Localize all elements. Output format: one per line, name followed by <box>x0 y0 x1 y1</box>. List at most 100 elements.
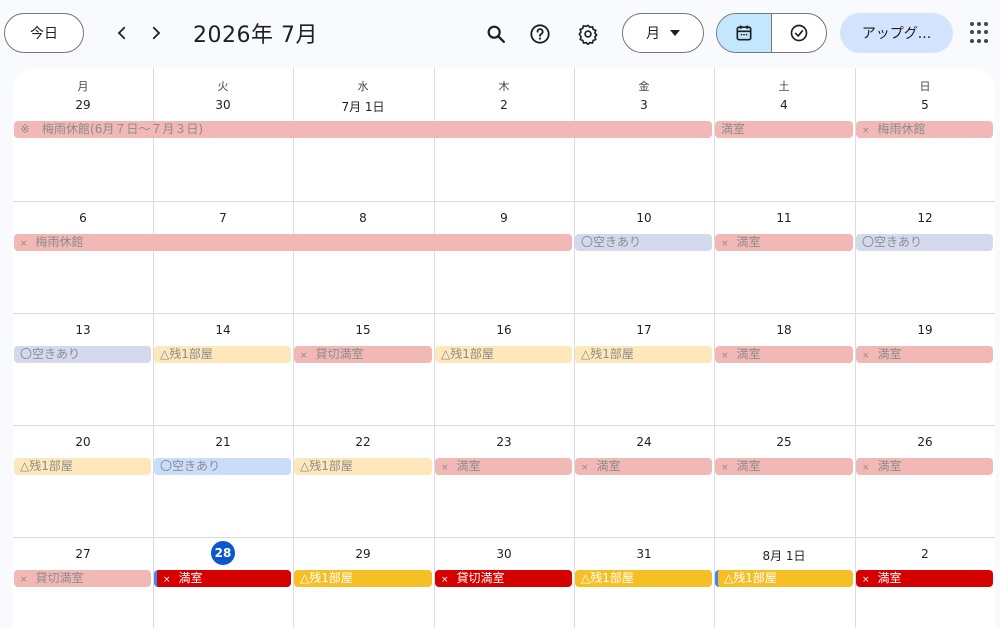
day-number[interactable]: 13 <box>13 323 153 337</box>
day-number[interactable]: 3 <box>574 98 714 112</box>
weekday-label: 日 <box>919 80 931 93</box>
event-chip[interactable]: △残1部屋 <box>435 346 572 363</box>
event-status-mark: × <box>20 239 28 249</box>
today-button[interactable]: 今日 <box>4 13 84 53</box>
event-chip[interactable]: × 満室 <box>856 570 993 587</box>
today-marker[interactable]: 28 <box>211 541 235 565</box>
day-number[interactable]: 28 <box>153 541 293 565</box>
day-number[interactable]: 17 <box>574 323 714 337</box>
event-label: 満室 <box>736 235 761 249</box>
event-chip[interactable]: × 満室 <box>715 346 853 363</box>
event-chip[interactable]: × 貸切満室 <box>294 346 432 363</box>
calendar-icon <box>736 25 752 41</box>
search-button[interactable] <box>478 16 514 52</box>
event-status-mark: × <box>20 575 28 585</box>
event-chip[interactable]: × 梅雨休館 <box>856 121 993 138</box>
day-number[interactable]: 8月 1日 <box>714 547 854 564</box>
event-label: ※ 梅雨休館(6月７日～７月３日) <box>20 122 204 136</box>
event-chip[interactable]: × 満室 <box>856 458 993 475</box>
weekday-label: 土 <box>778 80 790 93</box>
event-chip[interactable]: × 満室 <box>154 570 291 587</box>
day-number[interactable]: 26 <box>855 435 995 449</box>
day-number[interactable]: 16 <box>434 323 574 337</box>
day-number[interactable]: 27 <box>13 547 153 561</box>
day-number[interactable]: 31 <box>574 547 714 561</box>
help-button[interactable] <box>522 16 558 52</box>
day-number[interactable]: 29 <box>13 98 153 112</box>
event-status-mark: × <box>721 463 729 473</box>
day-number[interactable]: 2 <box>434 98 574 112</box>
event-chip[interactable]: △残1部屋 <box>154 346 291 363</box>
day-number[interactable]: 21 <box>153 435 293 449</box>
day-number[interactable]: 11 <box>714 211 854 225</box>
event-status-mark: × <box>441 463 449 473</box>
event-chip[interactable]: × 満室 <box>715 458 853 475</box>
day-number[interactable]: 14 <box>153 323 293 337</box>
event-chip[interactable]: × 満室 <box>435 458 572 475</box>
event-status-mark: × <box>862 126 870 136</box>
event-chip[interactable]: △残1部屋 <box>294 458 432 475</box>
event-label: 貸切満室 <box>35 571 84 585</box>
event-chip[interactable]: △残1部屋 <box>575 570 712 587</box>
day-number[interactable]: 9 <box>434 211 574 225</box>
task-check-icon <box>790 24 808 42</box>
calendar-view-button[interactable] <box>717 14 771 52</box>
day-number[interactable]: 19 <box>855 323 995 337</box>
event-chip[interactable]: × 満室 <box>856 346 993 363</box>
day-number[interactable]: 5 <box>855 98 995 112</box>
day-number[interactable]: 6 <box>13 211 153 225</box>
event-chip[interactable]: 〇空きあり <box>575 234 712 251</box>
event-chip[interactable]: × 貸切満室 <box>14 570 151 587</box>
prev-month-button[interactable] <box>108 18 136 48</box>
event-chip[interactable]: △残1部屋 <box>575 346 712 363</box>
view-select[interactable]: 月 <box>622 13 704 53</box>
day-number[interactable]: 30 <box>434 547 574 561</box>
month-title: 2026年 7月 <box>193 23 318 48</box>
event-label: 〇空きあり <box>862 235 923 249</box>
event-chip[interactable]: × 梅雨休館 <box>14 234 572 251</box>
weekday-label: 木 <box>498 80 510 93</box>
chevron-right-icon <box>152 26 161 40</box>
view-switcher <box>716 13 827 53</box>
apps-grid-icon[interactable] <box>970 22 992 44</box>
day-number[interactable]: 24 <box>574 435 714 449</box>
event-chip[interactable]: × 満室 <box>715 234 853 251</box>
event-chip[interactable]: 満室 <box>715 121 853 138</box>
day-number[interactable]: 22 <box>293 435 433 449</box>
day-number[interactable]: 18 <box>714 323 854 337</box>
event-chip[interactable]: 〇空きあり <box>856 234 993 251</box>
weekday-label: 月 <box>77 80 89 93</box>
grid-divider <box>13 313 995 314</box>
next-month-button[interactable] <box>142 18 170 48</box>
event-label: △残1部屋 <box>581 571 634 585</box>
event-chip[interactable]: 〇空きあり <box>154 458 291 475</box>
view-select-label: 月 <box>646 26 660 42</box>
day-number[interactable]: 29 <box>293 547 433 561</box>
event-chip[interactable]: × 満室 <box>575 458 712 475</box>
event-chip[interactable]: 〇空きあり <box>14 346 151 363</box>
day-number[interactable]: 12 <box>855 211 995 225</box>
day-number[interactable]: 10 <box>574 211 714 225</box>
grid-divider <box>13 201 995 202</box>
event-chip[interactable]: △残1部屋 <box>294 570 432 587</box>
day-number[interactable]: 15 <box>293 323 433 337</box>
day-number[interactable]: 8 <box>293 211 433 225</box>
event-chip[interactable]: △残1部屋 <box>14 458 151 475</box>
day-number[interactable]: 7 <box>153 211 293 225</box>
upgrade-button[interactable]: アップグ... <box>840 13 953 53</box>
day-number[interactable]: 25 <box>714 435 854 449</box>
day-number[interactable]: 20 <box>13 435 153 449</box>
day-number[interactable]: 7月 1日 <box>293 98 433 115</box>
day-number[interactable]: 2 <box>855 547 995 561</box>
tasks-view-button[interactable] <box>771 14 826 52</box>
event-chip[interactable]: ※ 梅雨休館(6月７日～７月３日) <box>14 121 712 138</box>
settings-button[interactable] <box>570 16 606 52</box>
day-number[interactable]: 30 <box>153 98 293 112</box>
event-chip[interactable]: × 貸切満室 <box>435 570 572 587</box>
event-chip[interactable]: △残1部屋 <box>715 570 853 587</box>
event-label: 満室 <box>877 347 902 361</box>
day-number[interactable]: 4 <box>714 98 854 112</box>
event-label: 梅雨休館 <box>35 235 84 249</box>
event-status-mark: × <box>300 351 308 361</box>
day-number[interactable]: 23 <box>434 435 574 449</box>
